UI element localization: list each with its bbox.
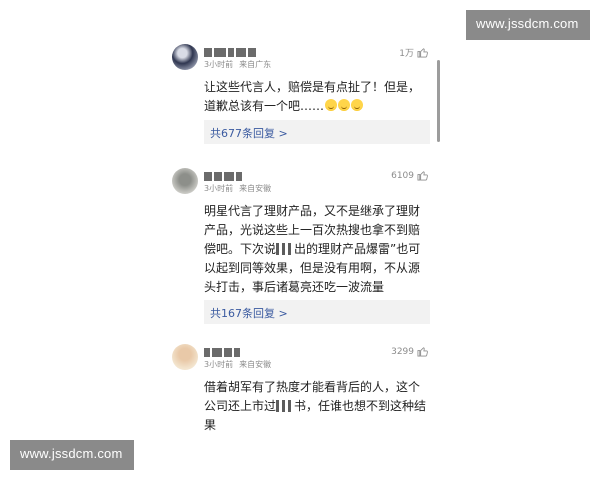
avatar[interactable]: [172, 344, 198, 370]
comment-meta: 3小时前 来自广东: [204, 59, 271, 70]
smile-emoji-icon: [338, 99, 351, 111]
view-replies-button[interactable]: 共677条回复 >: [204, 120, 430, 144]
watermark-bottom: www.jssdcm.com: [10, 440, 134, 470]
comment-location: 来自广东: [239, 60, 272, 69]
like-count: 1万: [399, 49, 414, 59]
comment-time: 3小时前: [204, 184, 234, 193]
comment-time: 3小时前: [204, 60, 234, 69]
username-blurred[interactable]: [204, 346, 240, 358]
view-replies-button[interactable]: 共167条回复 >: [204, 300, 430, 324]
comment-text-body: 让这些代言人，赔偿是有点扯了！但是，道歉总该有一个吧……: [204, 80, 421, 113]
like-button[interactable]: 1万: [399, 46, 428, 59]
avatar[interactable]: [172, 44, 198, 70]
smile-emoji-icon: [325, 99, 338, 111]
comment-text: 让这些代言人，赔偿是有点扯了！但是，道歉总该有一个吧……: [204, 78, 430, 116]
comment-text: 明星代言了理财产品，又不是继承了理财产品，光说这些上一百次热搜也拿不到赔偿吧。下…: [204, 202, 430, 297]
smile-emoji-icon: [351, 99, 364, 111]
pixelated-redaction: [276, 243, 295, 255]
like-count: 6109: [391, 170, 414, 181]
comment-time: 3小时前: [204, 360, 234, 369]
comment-meta: 3小时前 来自安徽: [204, 183, 271, 194]
scrollbar[interactable]: [437, 60, 440, 142]
comment-text: 借着胡军有了热度才能看背后的人，这个公司还上市过 书，任谁也想不到这种结果: [204, 378, 430, 435]
avatar[interactable]: [172, 168, 198, 194]
like-button[interactable]: 6109: [391, 170, 428, 181]
pixelated-redaction: [276, 400, 295, 412]
comment-location: 来自安徽: [239, 360, 272, 369]
thumbs-up-icon: [417, 48, 428, 58]
thumbs-up-icon: [417, 347, 428, 357]
comment-location: 来自安徽: [239, 184, 272, 193]
comment-meta: 3小时前 来自安徽: [204, 359, 271, 370]
like-button[interactable]: 3299: [391, 346, 428, 357]
username-blurred[interactable]: [204, 170, 242, 182]
thumbs-up-icon: [417, 171, 428, 181]
username-blurred[interactable]: [204, 46, 256, 58]
watermark-top: www.jssdcm.com: [466, 10, 590, 40]
like-count: 3299: [391, 346, 414, 357]
